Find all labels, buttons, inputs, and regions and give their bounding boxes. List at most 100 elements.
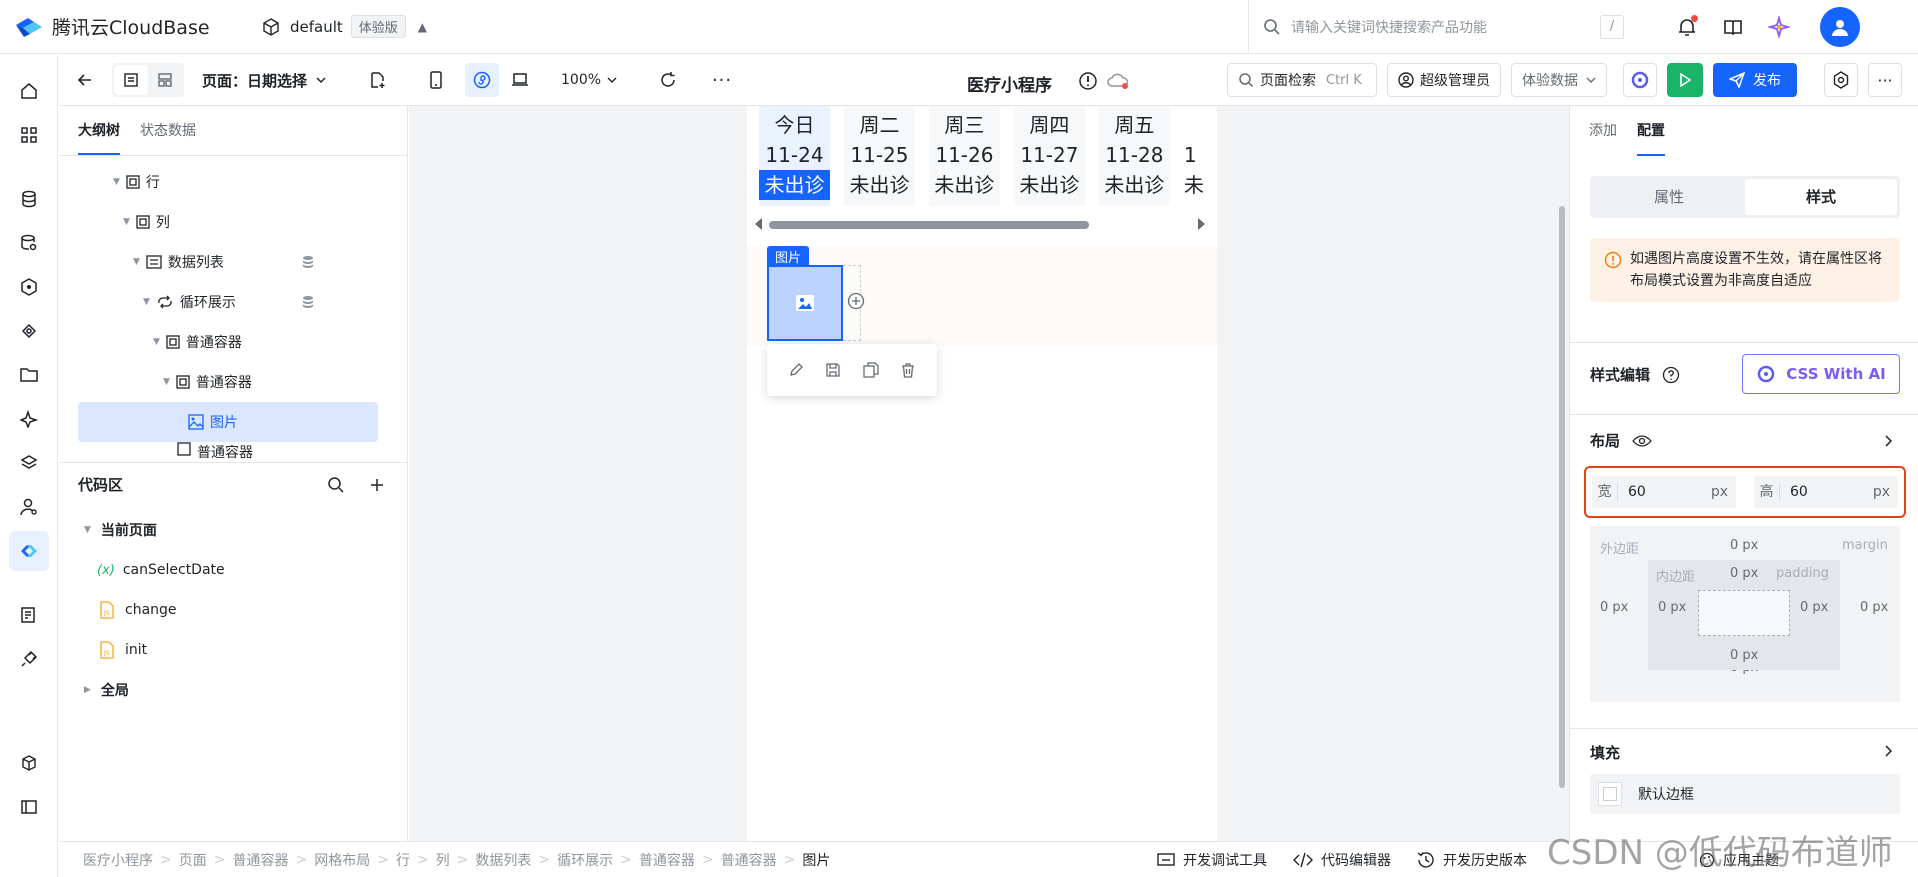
- height-unit[interactable]: px: [1873, 484, 1898, 500]
- padding-right[interactable]: 0 px: [1800, 600, 1828, 615]
- padding-top[interactable]: 0 px: [1730, 566, 1758, 581]
- rail-home[interactable]: [9, 71, 49, 111]
- layout-section-header[interactable]: 布局: [1590, 430, 1652, 451]
- breadcrumb-item[interactable]: 行: [396, 850, 410, 870]
- publish-button[interactable]: 发布: [1713, 63, 1797, 97]
- breadcrumb-item[interactable]: 普通容器: [639, 850, 695, 870]
- tree-node-container[interactable]: ▼ 普通容器: [153, 322, 242, 362]
- tree-node-column[interactable]: ▼ 列: [123, 202, 170, 242]
- rail-logs[interactable]: [9, 595, 49, 635]
- fill-section-header[interactable]: 填充: [1590, 742, 1620, 763]
- page-selector[interactable]: 页面：日期选择: [202, 70, 327, 91]
- height-value[interactable]: 60: [1780, 484, 1873, 500]
- code-item-script[interactable]: JS init: [99, 630, 147, 670]
- margin-top[interactable]: 0 px: [1730, 538, 1758, 553]
- breadcrumb-item[interactable]: 普通容器: [721, 850, 777, 870]
- border-style-row[interactable]: 默认边框: [1590, 774, 1900, 814]
- breadcrumb-item[interactable]: 图片: [802, 850, 830, 870]
- settings-button[interactable]: [1824, 63, 1858, 97]
- more-menu-button[interactable]: ···: [1868, 63, 1902, 97]
- width-field[interactable]: 宽 60 px: [1592, 476, 1736, 508]
- width-value[interactable]: 60: [1618, 484, 1711, 500]
- rail-flows[interactable]: [9, 443, 49, 483]
- cloud-sync-icon[interactable]: [1107, 72, 1129, 90]
- mobile-preview-button[interactable]: [419, 63, 453, 97]
- rail-db-search[interactable]: [9, 223, 49, 263]
- padding-left[interactable]: 0 px: [1658, 600, 1686, 615]
- env-selector[interactable]: default 体验版 ▲: [262, 15, 427, 38]
- scroll-thumb[interactable]: [769, 221, 1089, 229]
- back-button[interactable]: [68, 63, 102, 97]
- layout-view-button[interactable]: [148, 65, 182, 95]
- global-search[interactable]: 请输入关键词快捷搜索产品功能 /: [1248, 0, 1638, 54]
- date-item[interactable]: 周五 11-28 未出诊: [1098, 106, 1170, 206]
- rail-storage[interactable]: [9, 355, 49, 395]
- scroll-left-arrow[interactable]: [755, 218, 762, 230]
- height-field[interactable]: 高 60 px: [1754, 476, 1898, 508]
- rail-plugins[interactable]: [9, 639, 49, 679]
- ai-assistant-button[interactable]: [1623, 63, 1657, 97]
- more-button[interactable]: ···: [705, 63, 739, 97]
- breadcrumb-item[interactable]: 数据列表: [475, 850, 531, 870]
- rail-integration[interactable]: [9, 311, 49, 351]
- padding-bottom[interactable]: 0 px: [1730, 648, 1758, 663]
- rail-lowcode[interactable]: [9, 531, 49, 571]
- breadcrumb-item[interactable]: 循环展示: [557, 850, 613, 870]
- rail-ai[interactable]: [9, 399, 49, 439]
- breadcrumb-item[interactable]: 医疗小程序: [83, 850, 153, 870]
- vertical-scrollbar[interactable]: [1559, 206, 1565, 788]
- code-editor-button[interactable]: 代码编辑器: [1293, 850, 1391, 870]
- tree-node-row[interactable]: ▼ 行: [113, 162, 160, 202]
- rail-collapse[interactable]: [9, 787, 49, 827]
- ai-button[interactable]: [1756, 16, 1802, 38]
- date-item-partial[interactable]: 周 1 未: [1183, 106, 1204, 206]
- selected-image-component[interactable]: [767, 265, 843, 341]
- margin-left[interactable]: 0 px: [1600, 600, 1628, 615]
- chevron-right-icon[interactable]: [1882, 744, 1894, 758]
- date-item[interactable]: 周三 11-26 未出诊: [928, 106, 1000, 206]
- run-button[interactable]: [1667, 63, 1703, 97]
- miniprogram-preview-button[interactable]: [465, 63, 500, 97]
- brand-logo[interactable]: 腾讯云CloudBase: [14, 13, 250, 40]
- history-button[interactable]: 开发历史版本: [1417, 850, 1527, 870]
- breadcrumb-item[interactable]: 页面: [179, 850, 207, 870]
- rail-apps[interactable]: [9, 115, 49, 155]
- edit-icon[interactable]: [788, 362, 804, 378]
- page-search-button[interactable]: 页面检索 Ctrl K: [1227, 63, 1377, 97]
- css-with-ai-button[interactable]: CSS With AI: [1742, 354, 1900, 394]
- trash-icon[interactable]: [900, 362, 916, 378]
- segment-properties[interactable]: 属性: [1593, 179, 1745, 215]
- date-item-today[interactable]: 今日 11-24 未出诊: [759, 106, 830, 206]
- tab-add[interactable]: 添加: [1589, 106, 1617, 156]
- avatar[interactable]: [1820, 7, 1860, 47]
- rail-functions[interactable]: [9, 267, 49, 307]
- docs-button[interactable]: [1710, 17, 1756, 37]
- page-view-button[interactable]: [114, 65, 148, 95]
- rail-extensions[interactable]: [9, 743, 49, 783]
- tab-config[interactable]: 配置: [1637, 106, 1665, 156]
- tree-node-loop[interactable]: ▼ 循环展示: [143, 282, 373, 322]
- add-sibling-icon[interactable]: [847, 292, 865, 310]
- width-unit[interactable]: px: [1711, 484, 1736, 500]
- refresh-button[interactable]: [651, 63, 685, 97]
- rail-database[interactable]: [9, 179, 49, 219]
- bell-button[interactable]: [1664, 15, 1710, 37]
- code-group-global[interactable]: ▶ 全局: [78, 670, 129, 710]
- code-group-current-page[interactable]: ▼ 当前页面: [78, 510, 157, 550]
- data-mode-selector[interactable]: 体验数据: [1511, 63, 1607, 97]
- add-icon[interactable]: [369, 477, 385, 493]
- date-item[interactable]: 周二 11-25 未出诊: [843, 106, 915, 206]
- code-item-script[interactable]: JS change: [99, 590, 177, 630]
- info-icon[interactable]: [1078, 71, 1098, 91]
- tab-outline-tree[interactable]: 大纲树: [78, 106, 120, 155]
- tree-node-container[interactable]: 普通容器: [177, 442, 253, 462]
- new-page-button[interactable]: [361, 63, 395, 97]
- zoom-selector[interactable]: 100%: [561, 72, 617, 88]
- role-selector[interactable]: 超级管理员: [1387, 63, 1501, 97]
- date-item[interactable]: 周四 11-27 未出诊: [1013, 106, 1085, 206]
- copy-icon[interactable]: [863, 362, 879, 378]
- code-item-variable[interactable]: (x) canSelectDate: [97, 550, 225, 590]
- pc-preview-button[interactable]: [503, 63, 537, 97]
- tree-node-container[interactable]: ▼ 普通容器: [163, 362, 252, 402]
- search-icon[interactable]: [327, 476, 345, 494]
